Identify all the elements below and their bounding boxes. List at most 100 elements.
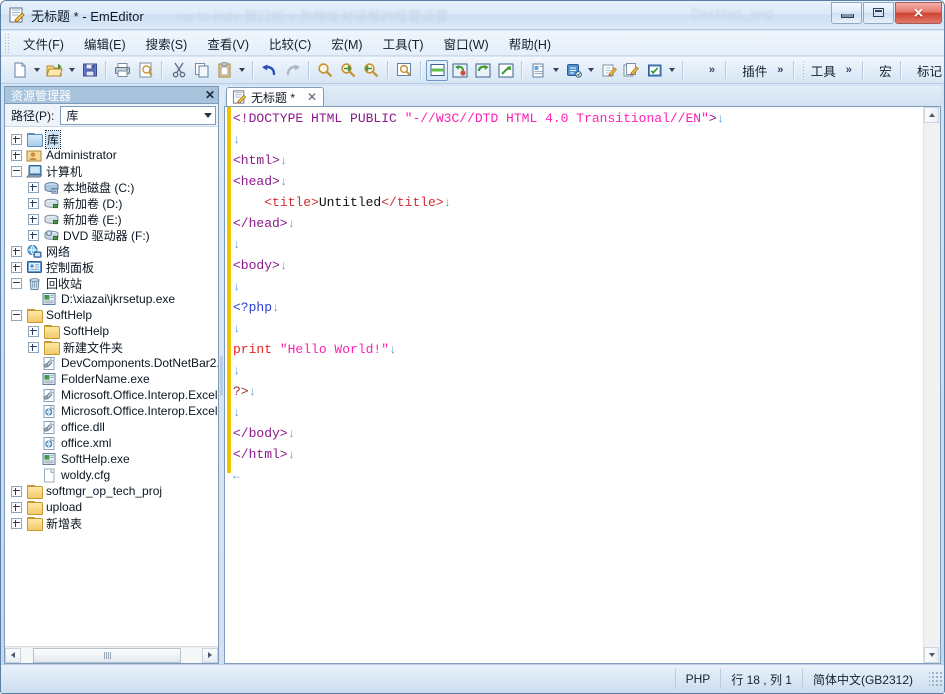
expand-icon[interactable] bbox=[11, 262, 22, 273]
tree-item[interactable]: woldy.cfg bbox=[5, 467, 218, 483]
expand-icon[interactable] bbox=[28, 214, 39, 225]
config-dropdown[interactable] bbox=[585, 59, 597, 81]
tree-item[interactable]: 新建文件夹 bbox=[5, 339, 218, 355]
collapse-icon[interactable] bbox=[11, 278, 22, 289]
print-button[interactable] bbox=[111, 59, 134, 81]
plugin-bar-grip[interactable] bbox=[733, 61, 735, 80]
toolbar-overflow-chevron[interactable]: » bbox=[703, 64, 721, 76]
minimize-button[interactable] bbox=[831, 2, 862, 24]
tree-item[interactable]: upload bbox=[5, 499, 218, 515]
macro-bar-label[interactable]: 宏 bbox=[875, 61, 896, 80]
collapse-icon[interactable] bbox=[11, 166, 22, 177]
menu-view[interactable]: 查看(V) bbox=[197, 31, 259, 56]
plugin-bar-label[interactable]: 插件 bbox=[738, 61, 771, 80]
path-combobox[interactable]: 库 bbox=[60, 106, 216, 125]
tree-item[interactable]: 计算机 bbox=[5, 163, 218, 179]
tree-item[interactable]: 新加卷 (E:) bbox=[5, 211, 218, 227]
paste-dropdown[interactable] bbox=[236, 59, 248, 81]
properties-button[interactable] bbox=[527, 59, 550, 81]
tree-item[interactable]: SoftHelp bbox=[5, 323, 218, 339]
tree-item[interactable]: SoftHelp bbox=[5, 307, 218, 323]
tree-item[interactable]: SoftHelp.exe bbox=[5, 451, 218, 467]
tree-item[interactable]: D:\xiazai\jkrsetup.exe bbox=[5, 291, 218, 307]
menu-file[interactable]: 文件(F) bbox=[13, 31, 74, 56]
spell-check-button[interactable] bbox=[643, 59, 666, 81]
menu-edit[interactable]: 编辑(E) bbox=[74, 31, 136, 56]
scroll-up-button[interactable] bbox=[924, 107, 939, 123]
config-button[interactable] bbox=[562, 59, 585, 81]
scroll-down-button[interactable] bbox=[924, 647, 939, 663]
save-file-button[interactable] bbox=[78, 59, 101, 81]
expand-icon[interactable] bbox=[28, 326, 39, 337]
customize-button[interactable] bbox=[597, 59, 620, 81]
expand-icon[interactable] bbox=[11, 518, 22, 529]
explorer-tree[interactable]: 库Administrator计算机本地磁盘 (C:)新加卷 (D:)新加卷 (E… bbox=[5, 128, 218, 646]
prev-doc-button[interactable] bbox=[448, 59, 471, 81]
tree-item[interactable]: FolderName.exe bbox=[5, 371, 218, 387]
expand-icon[interactable] bbox=[28, 198, 39, 209]
tree-item[interactable]: DVD 驱动器 (F:) bbox=[5, 227, 218, 243]
tree-item[interactable]: office.dll bbox=[5, 419, 218, 435]
tools-bar-chevron[interactable]: » bbox=[840, 64, 858, 76]
status-encoding[interactable]: 简体中文(GB2312) bbox=[802, 669, 923, 689]
status-language[interactable]: PHP bbox=[675, 669, 721, 689]
macro-bar-grip[interactable] bbox=[870, 61, 872, 80]
tree-item[interactable]: Microsoft.Office.Interop.Excel.dll bbox=[5, 387, 218, 403]
print-preview-button[interactable] bbox=[134, 59, 157, 81]
find-prev-button[interactable] bbox=[360, 59, 383, 81]
next-doc-button[interactable] bbox=[471, 59, 494, 81]
status-caret-position[interactable]: 行 18 , 列 1 bbox=[720, 669, 802, 689]
open-file-dropdown[interactable] bbox=[66, 59, 78, 81]
open-browser-button[interactable] bbox=[494, 59, 517, 81]
menu-window[interactable]: 窗口(W) bbox=[434, 31, 499, 56]
menu-macro[interactable]: 宏(M) bbox=[321, 31, 372, 56]
expand-icon[interactable] bbox=[28, 342, 39, 353]
tree-item[interactable]: 本地磁盘 (C:) bbox=[5, 179, 218, 195]
tree-item[interactable]: office.xml bbox=[5, 435, 218, 451]
scroll-thumb[interactable] bbox=[33, 648, 181, 663]
menu-search[interactable]: 搜索(S) bbox=[136, 31, 198, 56]
text-editor[interactable]: <!DOCTYPE HTML PUBLIC "-//W3C//DTD HTML … bbox=[224, 106, 941, 664]
tree-item[interactable]: 网络 bbox=[5, 243, 218, 259]
find-next-button[interactable] bbox=[337, 59, 360, 81]
close-icon[interactable]: ✕ bbox=[205, 89, 215, 101]
tree-item[interactable]: Administrator bbox=[5, 147, 218, 163]
scroll-track[interactable] bbox=[21, 648, 202, 663]
expand-icon[interactable] bbox=[11, 246, 22, 257]
tree-item[interactable]: 回收站 bbox=[5, 275, 218, 291]
maximize-button[interactable] bbox=[863, 2, 894, 24]
scroll-right-button[interactable] bbox=[202, 648, 218, 663]
scroll-left-button[interactable] bbox=[5, 648, 21, 663]
tools-bar-label[interactable]: 工具 bbox=[807, 61, 840, 80]
copy-button[interactable] bbox=[190, 59, 213, 81]
tree-item[interactable]: 控制面板 bbox=[5, 259, 218, 275]
new-file-button[interactable] bbox=[8, 59, 31, 81]
tree-item[interactable]: 新加卷 (D:) bbox=[5, 195, 218, 211]
find-button[interactable] bbox=[314, 59, 337, 81]
menu-help[interactable]: 帮助(H) bbox=[499, 31, 561, 56]
cut-button[interactable] bbox=[167, 59, 190, 81]
close-button[interactable]: ✕ bbox=[895, 2, 942, 24]
resize-grip[interactable] bbox=[929, 672, 943, 686]
menu-tools[interactable]: 工具(T) bbox=[373, 31, 434, 56]
toggle-wrap-button[interactable] bbox=[426, 60, 448, 81]
explorer-horizontal-scrollbar[interactable] bbox=[5, 646, 218, 663]
tree-item[interactable]: 库 bbox=[5, 131, 218, 147]
collapse-icon[interactable] bbox=[11, 310, 22, 321]
expand-icon[interactable] bbox=[11, 134, 22, 145]
paste-button[interactable] bbox=[213, 59, 236, 81]
marker-bar-grip[interactable] bbox=[908, 61, 910, 80]
tree-item[interactable]: DevComponents.DotNetBar2.dll bbox=[5, 355, 218, 371]
expand-icon[interactable] bbox=[11, 486, 22, 497]
new-file-dropdown[interactable] bbox=[31, 59, 43, 81]
tree-item[interactable]: softmgr_op_tech_proj bbox=[5, 483, 218, 499]
editor-vertical-scrollbar[interactable] bbox=[923, 107, 940, 663]
menu-grip[interactable] bbox=[3, 34, 10, 53]
toolbar-grip[interactable] bbox=[3, 61, 5, 80]
expand-icon[interactable] bbox=[28, 230, 39, 241]
tree-item[interactable]: Microsoft.Office.Interop.Excel.xml bbox=[5, 403, 218, 419]
open-file-button[interactable] bbox=[43, 59, 66, 81]
redo-button[interactable] bbox=[281, 59, 304, 81]
spell-check-dropdown[interactable] bbox=[666, 59, 678, 81]
code-text[interactable]: <!DOCTYPE HTML PUBLIC "-//W3C//DTD HTML … bbox=[233, 108, 924, 486]
